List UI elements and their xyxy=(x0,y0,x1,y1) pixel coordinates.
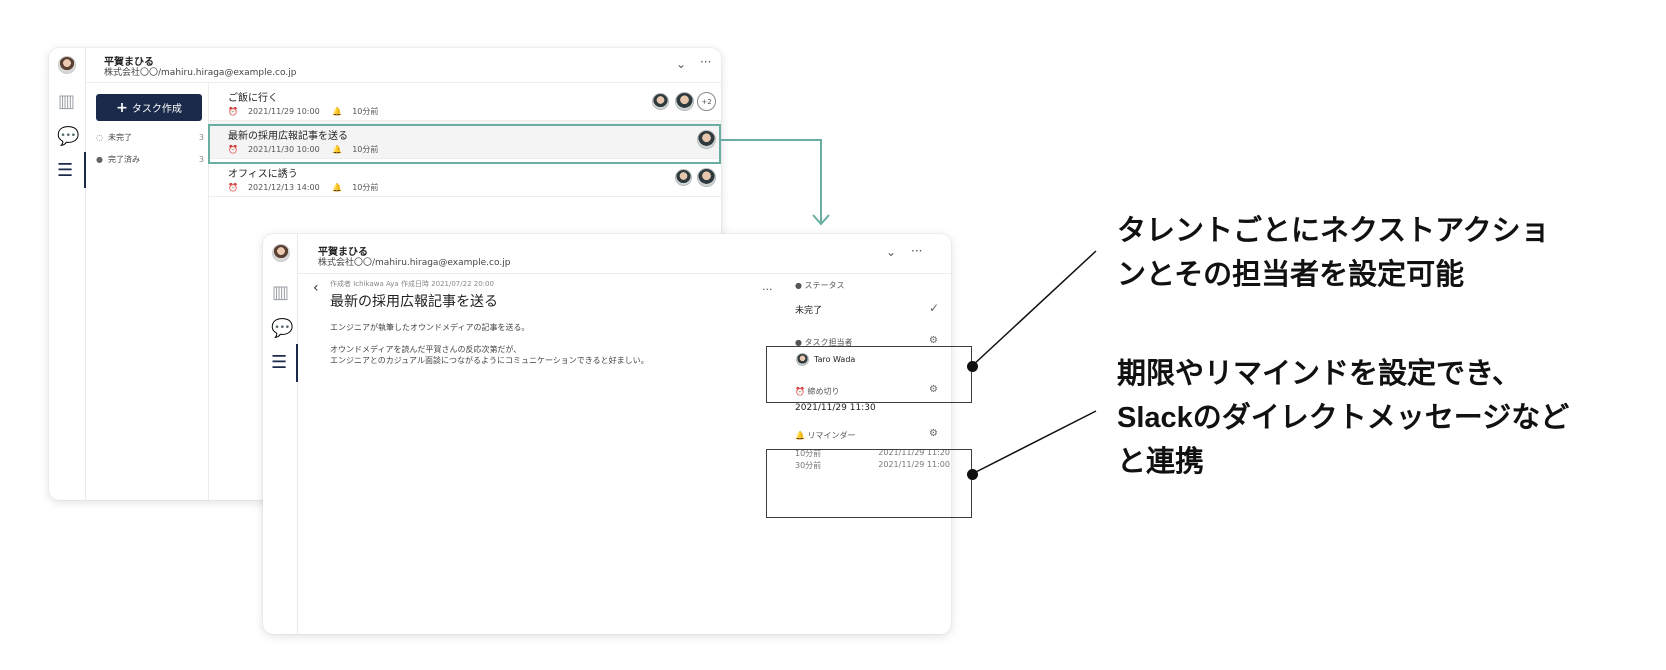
assignee-avatar xyxy=(697,168,716,187)
status-label: ● ステータス xyxy=(795,281,845,290)
more-icon[interactable]: ··· xyxy=(762,283,773,296)
connector-line xyxy=(721,139,821,141)
selected-task-highlight xyxy=(208,124,721,164)
check-circle-icon: ● xyxy=(795,281,805,290)
more-icon[interactable]: ··· xyxy=(700,56,711,68)
task-meta: ⏰ 2021/11/29 10:00 🔔 10分前 xyxy=(228,106,388,117)
back-chevron-icon[interactable]: ‹ xyxy=(313,280,319,296)
gear-icon[interactable]: ⚙ xyxy=(929,428,938,439)
task-meta: ⏰ 2021/12/13 14:00 🔔 10分前 xyxy=(228,182,388,193)
task-author-meta: 作成者 Ichikawa Aya 作成日時 2021/07/22 20:00 xyxy=(330,280,494,288)
connector-line xyxy=(820,139,822,222)
more-assignees-badge[interactable]: +2 xyxy=(697,92,716,111)
plus-icon: + xyxy=(116,99,128,116)
filter-complete[interactable]: ● 完了済み 3 xyxy=(96,154,204,165)
board-icon[interactable]: ▥ xyxy=(272,284,289,302)
bell-icon: 🔔 xyxy=(795,431,808,440)
assignee-avatar xyxy=(652,93,669,110)
task-row[interactable]: オフィスに誘う ⏰ 2021/12/13 14:00 🔔 10分前 xyxy=(209,159,721,197)
task-list-icon[interactable]: ☰ xyxy=(57,162,73,180)
task-date: 2021/11/29 10:00 xyxy=(247,107,320,116)
filter-label: 完了済み xyxy=(107,155,140,164)
status-value[interactable]: 未完了 xyxy=(795,303,822,316)
create-task-button[interactable]: + タスク作成 xyxy=(96,94,202,121)
task-reminder: 10分前 xyxy=(352,183,379,192)
task-detail-title: 最新の採用広報記事を送る xyxy=(330,294,498,310)
task-title: ご飯に行く xyxy=(228,93,278,104)
create-task-label: タスク作成 xyxy=(131,104,182,115)
header-divider xyxy=(298,273,951,274)
assignee-avatar xyxy=(675,92,694,111)
more-icon[interactable]: ··· xyxy=(911,245,922,257)
filter-incomplete[interactable]: ◌ 未完了 3 xyxy=(96,132,204,143)
check-circle-icon: ● xyxy=(96,155,103,164)
header-user-sub: 株式会社〇〇/mahiru.hiraga@example.co.jp xyxy=(104,68,297,78)
progress-icon: ◌ xyxy=(96,133,103,142)
reminder-highlight-box xyxy=(766,449,972,518)
gear-icon[interactable]: ⚙ xyxy=(929,335,938,346)
callout-dot xyxy=(967,469,978,480)
active-indicator xyxy=(296,344,298,382)
check-icon[interactable]: ✓ xyxy=(929,301,939,315)
annotation-assignee: タレントごとにネクストアクショ ンとその担当者を設定可能 xyxy=(1117,215,1550,291)
task-reminder: 10分前 xyxy=(352,107,379,116)
board-icon[interactable]: ▥ xyxy=(58,93,75,111)
chevron-down-icon[interactable]: ⌄ xyxy=(676,58,686,70)
filter-label: 未完了 xyxy=(107,133,132,142)
user-avatar xyxy=(58,56,76,74)
task-row[interactable]: ご飯に行く ⏰ 2021/11/29 10:00 🔔 10分前 +2 xyxy=(209,83,721,121)
header-user-sub: 株式会社〇〇/mahiru.hiraga@example.co.jp xyxy=(318,258,511,268)
alarm-icon: ⏰ xyxy=(228,107,238,116)
callout-dot xyxy=(967,361,978,372)
annotation-reminder: 期限やリマインドを設定でき、 Slackのダイレクトメッセージなど と連携 xyxy=(1117,358,1570,478)
assignee-avatar xyxy=(675,169,692,186)
task-list-icon[interactable]: ☰ xyxy=(271,354,287,372)
left-rail: ▥ 💬 ☰ xyxy=(49,48,86,500)
filter-count: 3 xyxy=(198,133,204,142)
filter-count: 3 xyxy=(198,155,204,164)
assignee-highlight-box xyxy=(766,346,972,403)
task-description-line: エンジニアとのカジュアル面談につながるようにコミュニケーションできると好ましい。 xyxy=(330,356,649,365)
alarm-icon: ⏰ xyxy=(228,183,238,192)
left-rail: ▥ 💬 ☰ xyxy=(263,234,298,634)
task-date: 2021/12/13 14:00 xyxy=(247,183,320,192)
task-description-line: エンジニアが執筆したオウンドメディアの記事を送る。 xyxy=(330,323,530,332)
chevron-down-icon[interactable]: ⌄ xyxy=(886,246,896,258)
task-detail-window: ▥ 💬 ☰ 平賀まひる 株式会社〇〇/mahiru.hiraga@example… xyxy=(263,234,951,634)
bell-icon: 🔔 xyxy=(332,107,343,116)
chat-icon[interactable]: 💬 xyxy=(57,128,79,146)
task-description-line: オウンドメディアを読んだ平賀さんの反応次第だが、 xyxy=(330,345,522,354)
chat-icon[interactable]: 💬 xyxy=(271,320,293,338)
deadline-value[interactable]: 2021/11/29 11:30 xyxy=(795,403,876,413)
user-avatar xyxy=(272,244,290,262)
task-title: オフィスに誘う xyxy=(228,169,298,180)
reminder-label: 🔔 リマインダー xyxy=(795,431,856,440)
bell-icon: 🔔 xyxy=(332,183,343,192)
active-indicator xyxy=(84,152,86,188)
